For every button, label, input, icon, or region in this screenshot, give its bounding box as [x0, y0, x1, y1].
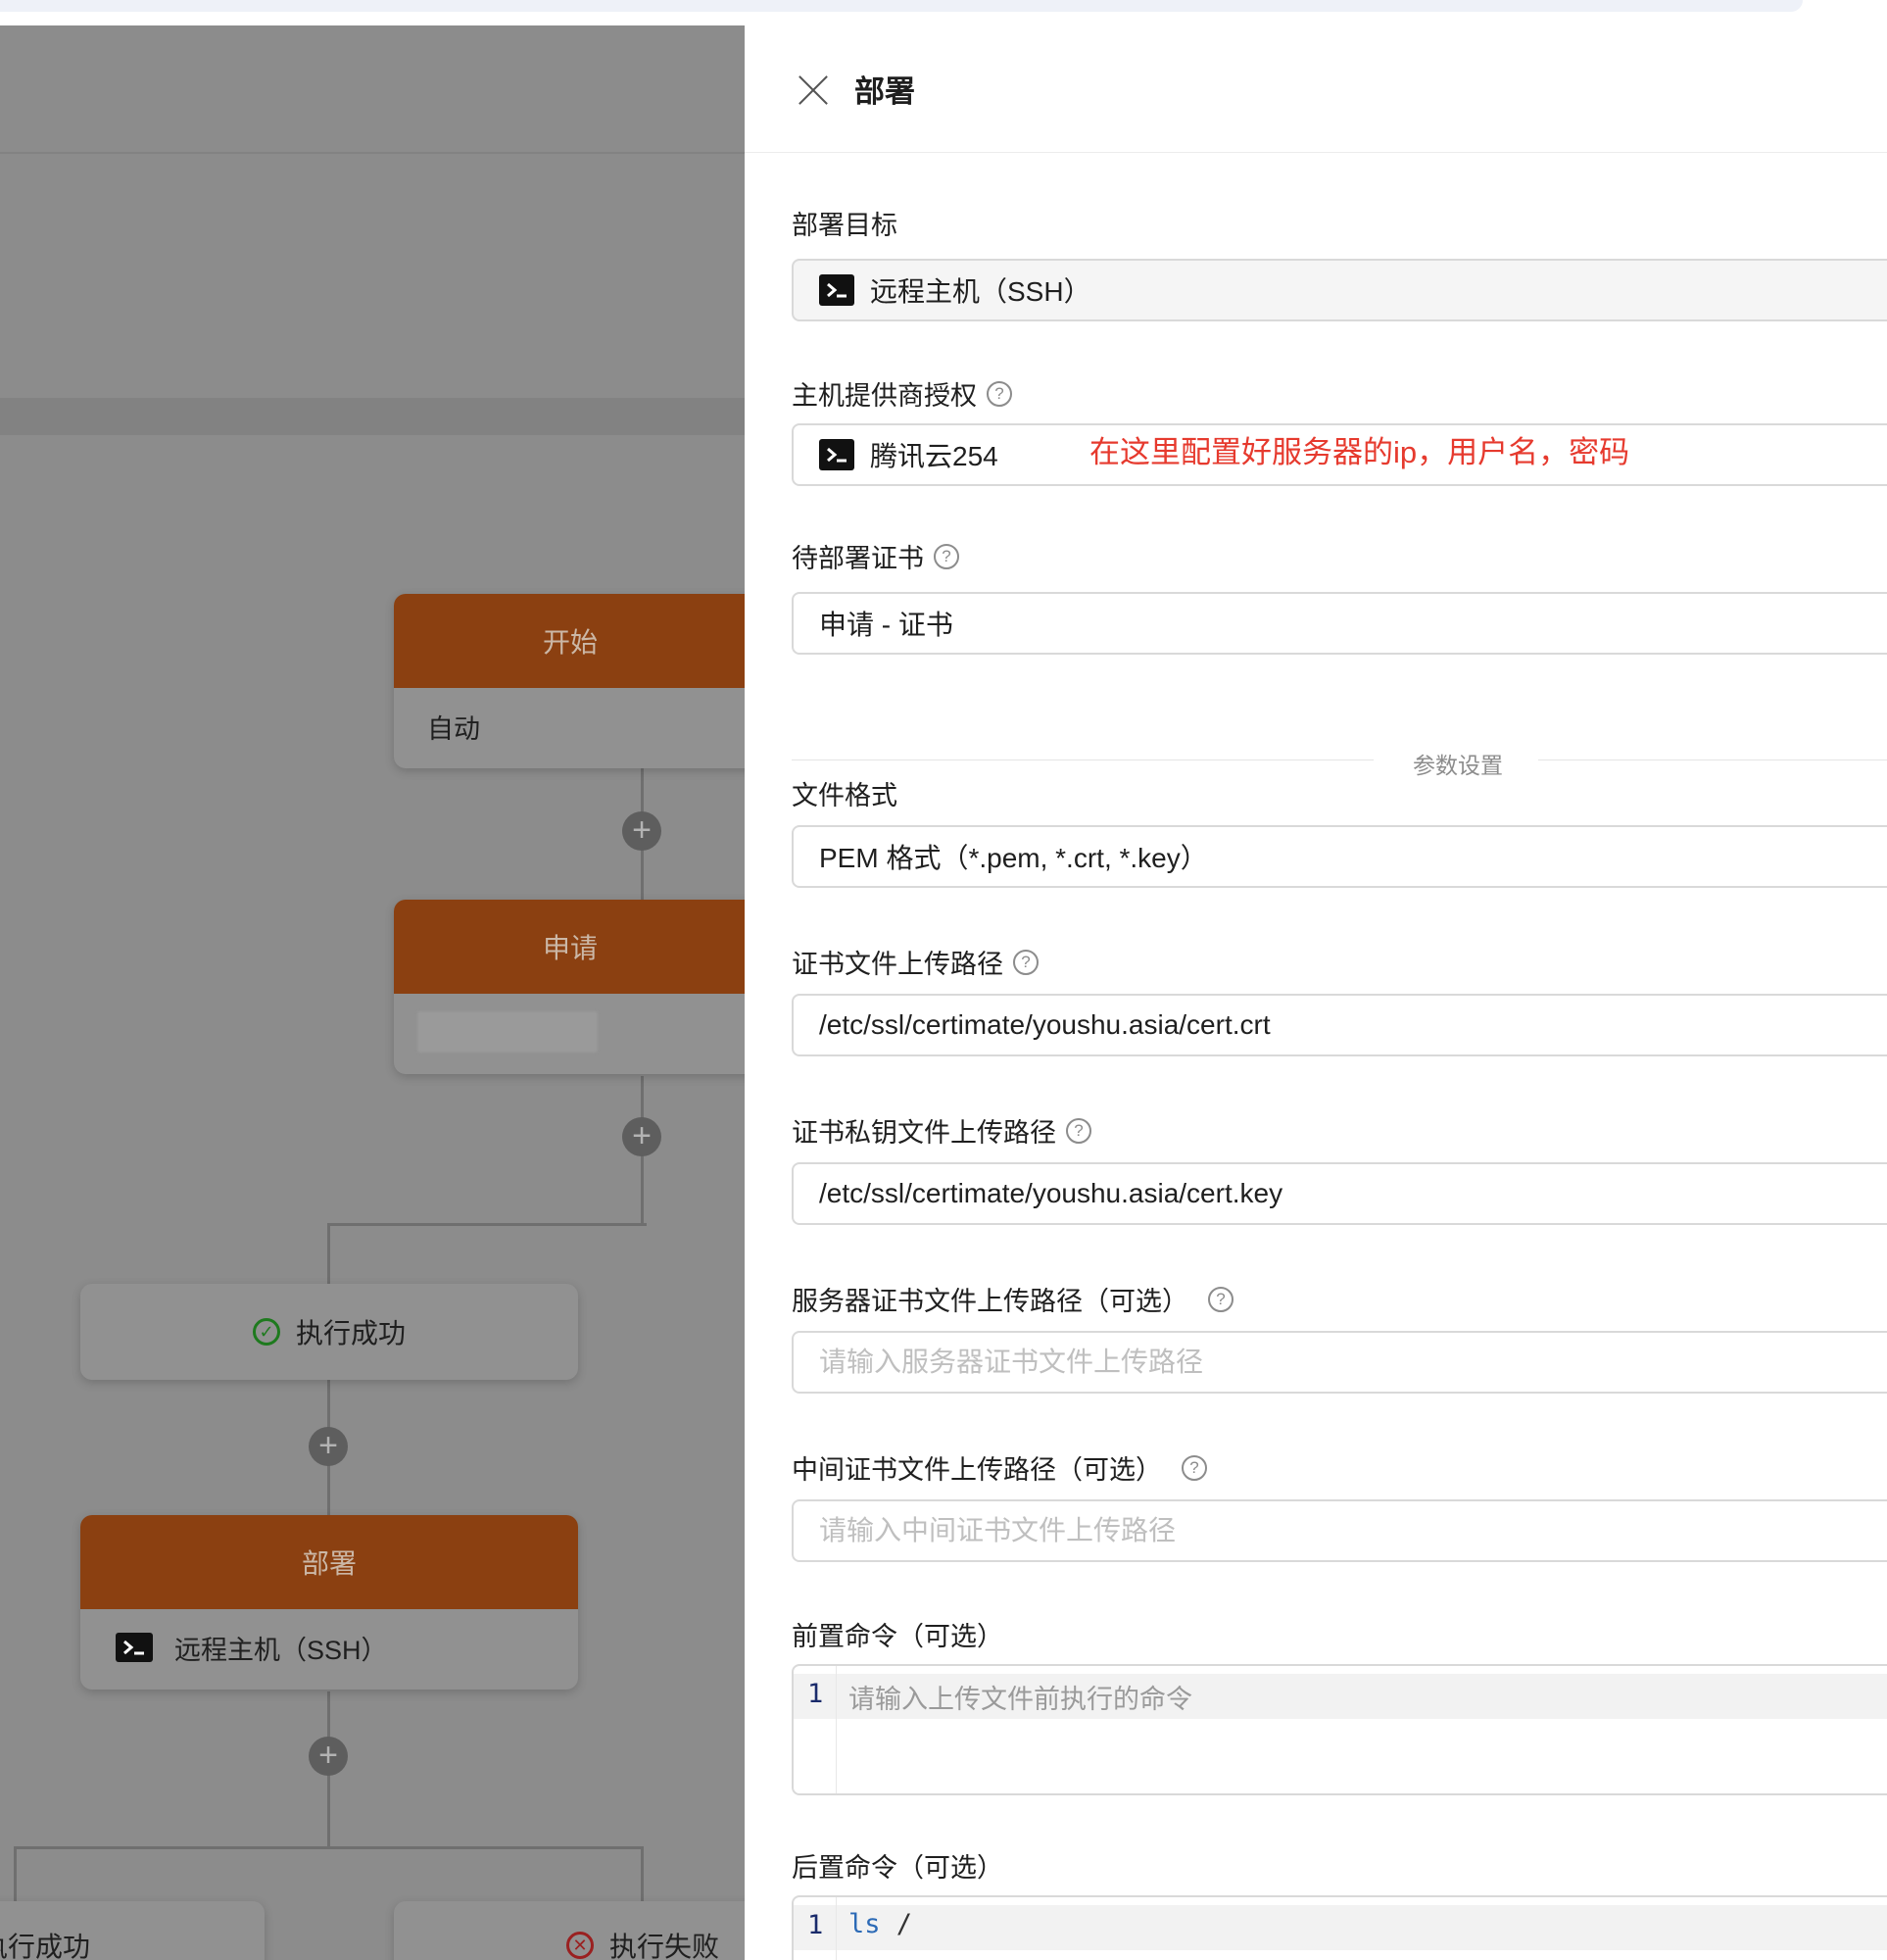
intermediate-cert-path-input[interactable]	[792, 1499, 1887, 1562]
bottom-success-card[interactable]: 执行成功	[0, 1901, 265, 1960]
workflow-canvas: 开始 自动 + 申请 + ✓ 执行成功 + 部署 远程主机（SSH） + 执行成…	[0, 25, 745, 1960]
key-path-input[interactable]	[792, 1162, 1887, 1225]
file-format-value: PEM 格式（*.pem, *.crt, *.key）	[819, 843, 1208, 873]
branch-success-label: 执行成功	[295, 1318, 406, 1348]
server-cert-path-label-text: 服务器证书文件上传路径（可选）	[792, 1287, 1188, 1316]
line-number: 1	[807, 1910, 824, 1940]
provider-auth-label: 主机提供商授权 ?	[792, 374, 1012, 413]
help-icon[interactable]: ?	[1182, 1454, 1207, 1481]
bottom-fail-card[interactable]: ✕ 执行失败	[394, 1901, 745, 1960]
terminal-icon	[819, 274, 854, 306]
terminal-icon	[116, 1633, 153, 1662]
key-path-field[interactable]	[819, 1178, 1887, 1209]
server-cert-path-field[interactable]	[819, 1347, 1887, 1378]
connector-line	[327, 1223, 647, 1226]
add-node-icon[interactable]: +	[622, 811, 661, 851]
pending-cert-value: 申请 - 证书	[819, 610, 953, 640]
params-divider: 参数设置	[792, 751, 1887, 778]
branch-success-card[interactable]: ✓ 执行成功	[80, 1284, 578, 1380]
deploy-target-value: 远程主机（SSH）	[870, 276, 1091, 307]
file-format-label: 文件格式	[792, 774, 897, 812]
post-command-code: ls /	[848, 1909, 912, 1939]
deploy-target-label-text: 部署目标	[792, 211, 897, 240]
cert-path-input[interactable]	[792, 994, 1887, 1056]
apply-node-title: 申请	[394, 900, 745, 994]
pending-cert-label: 待部署证书 ?	[792, 537, 959, 575]
help-icon[interactable]: ?	[987, 380, 1012, 407]
pre-command-label: 前置命令（可选）	[792, 1615, 1003, 1653]
fail-circle-icon: ✕	[566, 1932, 594, 1959]
server-cert-path-input[interactable]	[792, 1331, 1887, 1394]
add-node-icon[interactable]: +	[622, 1117, 661, 1156]
canvas-divider	[0, 152, 745, 154]
terminal-icon	[819, 439, 854, 470]
server-cert-path-label: 服务器证书文件上传路径（可选） ?	[792, 1280, 1234, 1318]
deploy-node[interactable]: 部署 远程主机（SSH）	[80, 1515, 578, 1690]
top-bar	[0, 0, 1887, 25]
pending-cert-select[interactable]: 申请 - 证书	[792, 592, 1887, 655]
help-icon[interactable]: ?	[934, 543, 959, 569]
provider-auth-value: 腾讯云254	[870, 441, 998, 471]
line-number: 1	[807, 1679, 824, 1709]
file-format-select[interactable]: PEM 格式（*.pem, *.crt, *.key）	[792, 825, 1887, 888]
cert-path-label-text: 证书文件上传路径	[792, 950, 1003, 979]
code-argument: /	[880, 1909, 913, 1939]
bottom-success-label: 执行成功	[0, 1932, 90, 1960]
pending-cert-label-text: 待部署证书	[792, 544, 924, 573]
cert-path-label: 证书文件上传路径 ?	[792, 943, 1039, 981]
divider-text: 参数设置	[1413, 753, 1503, 778]
apply-node-body	[394, 994, 745, 1070]
deploy-target-select[interactable]: 远程主机（SSH）	[792, 259, 1887, 321]
code-command: ls	[848, 1909, 881, 1939]
drawer-header: 部署	[745, 25, 1887, 153]
pre-command-label-text: 前置命令（可选）	[792, 1622, 1003, 1651]
canvas-band	[0, 398, 745, 435]
check-circle-icon: ✓	[252, 1318, 280, 1346]
connector-line	[14, 1846, 643, 1849]
pre-command-placeholder: 请输入上传文件前执行的命令	[848, 1685, 1192, 1714]
pre-command-editor[interactable]: 1 请输入上传文件前执行的命令	[792, 1664, 1887, 1795]
deploy-drawer: 部署 部署目标 远程主机（SSH） 主机提供商授权 ? 腾讯云254 在这里配置…	[745, 25, 1887, 1960]
close-icon[interactable]	[798, 74, 829, 106]
help-icon[interactable]: ?	[1208, 1286, 1234, 1312]
add-node-icon[interactable]: +	[309, 1737, 348, 1776]
deploy-node-label: 远程主机（SSH）	[174, 1635, 388, 1665]
deploy-node-title: 部署	[80, 1515, 578, 1609]
file-format-label-text: 文件格式	[792, 781, 897, 810]
key-path-label: 证书私钥文件上传路径 ?	[792, 1111, 1091, 1150]
intermediate-cert-path-label: 中间证书文件上传路径（可选） ?	[792, 1448, 1207, 1487]
start-node-body: 自动	[427, 713, 480, 744]
help-icon[interactable]: ?	[1066, 1117, 1091, 1144]
add-node-icon[interactable]: +	[309, 1427, 348, 1466]
key-path-label-text: 证书私钥文件上传路径	[792, 1118, 1056, 1148]
drawer-title: 部署	[854, 74, 915, 109]
bottom-fail-label: 执行失败	[609, 1932, 720, 1960]
red-annotation: 在这里配置好服务器的ip，用户名，密码	[1089, 435, 1630, 469]
top-bar-pill	[0, 0, 1803, 12]
post-command-label-text: 后置命令（可选）	[792, 1853, 1003, 1883]
intermediate-cert-path-field[interactable]	[819, 1515, 1887, 1546]
active-line-highlight	[794, 1905, 1887, 1950]
deploy-node-body: 远程主机（SSH）	[80, 1609, 578, 1686]
intermediate-cert-path-label-text: 中间证书文件上传路径（可选）	[792, 1455, 1162, 1485]
redacted-text	[417, 1011, 598, 1053]
start-node-title: 开始	[394, 594, 745, 688]
provider-auth-label-text: 主机提供商授权	[792, 381, 977, 411]
post-command-label: 后置命令（可选）	[792, 1846, 1003, 1885]
post-command-editor[interactable]: 1 ls /	[792, 1895, 1887, 1960]
deploy-target-label: 部署目标	[792, 204, 897, 242]
apply-node[interactable]: 申请	[394, 900, 745, 1074]
cert-path-field[interactable]	[819, 1009, 1887, 1041]
start-node[interactable]: 开始 自动	[394, 594, 745, 768]
help-icon[interactable]: ?	[1013, 949, 1039, 975]
